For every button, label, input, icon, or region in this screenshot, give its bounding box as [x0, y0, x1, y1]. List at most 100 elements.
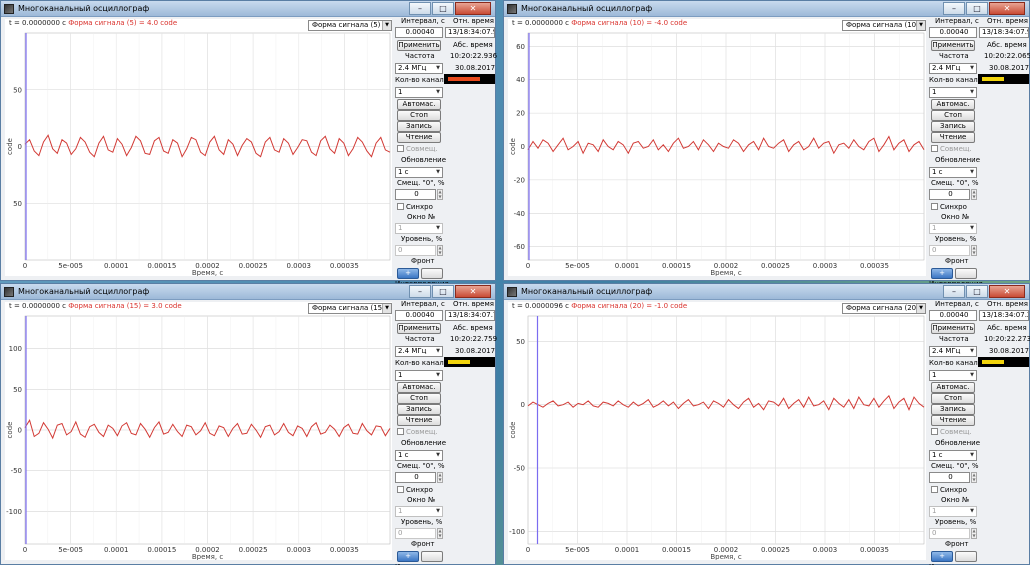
read-button[interactable]: Чтение: [931, 132, 975, 143]
level-spinner[interactable]: ▲ ▼: [971, 528, 977, 539]
autoscale-button[interactable]: Автомас.: [931, 99, 975, 110]
offset-spinner[interactable]: ▲ ▼: [971, 472, 977, 483]
autoscale-button[interactable]: Автомас.: [931, 382, 975, 393]
window-number-select[interactable]: 1 ▼: [395, 223, 443, 234]
overlay-checkbox[interactable]: [397, 145, 404, 152]
offset-spinner[interactable]: ▲ ▼: [971, 189, 977, 200]
offset-input[interactable]: 0: [929, 472, 970, 483]
minimize-button[interactable]: –: [409, 285, 431, 298]
channel-color-swatch[interactable]: [444, 357, 495, 367]
level-input[interactable]: 0: [395, 245, 436, 256]
sync-label: Синхро: [940, 203, 967, 211]
window-number-select[interactable]: 1 ▼: [395, 506, 443, 517]
offset-input[interactable]: 0: [395, 189, 436, 200]
front-minus-button[interactable]: [421, 268, 443, 279]
apply-button[interactable]: Применить: [397, 40, 441, 51]
level-input[interactable]: 0: [395, 528, 436, 539]
front-minus-button[interactable]: [955, 551, 977, 562]
overlay-checkbox[interactable]: [931, 145, 938, 152]
minimize-button[interactable]: –: [409, 2, 431, 15]
stop-button[interactable]: Стоп: [397, 110, 441, 121]
plot-area[interactable]: t = 0.0000000 с Форма сигнала (10) = -4.…: [508, 19, 926, 276]
front-plus-button[interactable]: +: [931, 268, 953, 279]
front-plus-button[interactable]: +: [931, 551, 953, 562]
autoscale-button[interactable]: Автомас.: [397, 382, 441, 393]
read-button[interactable]: Чтение: [397, 415, 441, 426]
front-minus-button[interactable]: [955, 268, 977, 279]
close-button[interactable]: ✕: [989, 2, 1025, 15]
level-spinner[interactable]: ▲ ▼: [437, 245, 443, 256]
window-number-select[interactable]: 1 ▼: [929, 506, 977, 517]
update-select[interactable]: 1 с ▼: [929, 167, 977, 178]
overlay-checkbox[interactable]: [397, 428, 404, 435]
window-titlebar[interactable]: Многоканальный осциллограф – □ ✕: [1, 1, 495, 17]
apply-button[interactable]: Применить: [397, 323, 441, 334]
level-input[interactable]: 0: [929, 245, 970, 256]
stop-button[interactable]: Стоп: [397, 393, 441, 404]
plot-area[interactable]: t = 0.0000000 с Форма сигнала (5) = 4.0 …: [5, 19, 392, 276]
channels-select[interactable]: 1 ▼: [929, 87, 977, 98]
front-plus-button[interactable]: +: [397, 551, 419, 562]
record-button[interactable]: Запись: [397, 121, 441, 132]
apply-button[interactable]: Применить: [931, 323, 975, 334]
frequency-select[interactable]: 2.4 МГц ▼: [395, 346, 443, 357]
minimize-button[interactable]: –: [943, 285, 965, 298]
frequency-select[interactable]: 2.4 МГц ▼: [929, 346, 977, 357]
plot-area[interactable]: t = 0.0000000 с Форма сигнала (15) = 3.0…: [5, 302, 392, 560]
level-spinner[interactable]: ▲ ▼: [437, 528, 443, 539]
sync-checkbox[interactable]: [931, 203, 938, 210]
stop-button[interactable]: Стоп: [931, 110, 975, 121]
window-titlebar[interactable]: Многоканальный осциллограф – □ ✕: [504, 284, 1029, 300]
frequency-select[interactable]: 2.4 МГц ▼: [395, 63, 443, 74]
channels-select[interactable]: 1 ▼: [929, 370, 977, 381]
sync-checkbox[interactable]: [931, 486, 938, 493]
offset-spinner[interactable]: ▲ ▼: [437, 472, 443, 483]
offset-input[interactable]: 0: [929, 189, 970, 200]
front-minus-button[interactable]: [421, 551, 443, 562]
plot-area[interactable]: t = 0.0000096 с Форма сигнала (20) = -1.…: [508, 302, 926, 560]
overlay-checkbox[interactable]: [931, 428, 938, 435]
channel-color-swatch[interactable]: [444, 74, 495, 84]
stop-button[interactable]: Стоп: [931, 393, 975, 404]
sync-checkbox[interactable]: [397, 486, 404, 493]
maximize-button[interactable]: □: [966, 2, 988, 15]
window-titlebar[interactable]: Многоканальный осциллограф – □ ✕: [504, 1, 1029, 17]
level-input[interactable]: 0: [929, 528, 970, 539]
sync-checkbox[interactable]: [397, 203, 404, 210]
window-titlebar[interactable]: Многоканальный осциллограф – □ ✕: [1, 284, 495, 300]
interval-input[interactable]: 0.00040: [395, 27, 443, 38]
maximize-button[interactable]: □: [432, 285, 454, 298]
update-select[interactable]: 1 с ▼: [395, 450, 443, 461]
autoscale-button[interactable]: Автомас.: [397, 99, 441, 110]
maximize-button[interactable]: □: [966, 285, 988, 298]
record-button[interactable]: Запись: [931, 404, 975, 415]
close-button[interactable]: ✕: [455, 2, 491, 15]
rel-time-label: Отн. время: [987, 17, 1028, 25]
channel-color-swatch[interactable]: [978, 357, 1029, 367]
read-button[interactable]: Чтение: [397, 132, 441, 143]
channel-color-swatch[interactable]: [978, 74, 1029, 84]
date-value: 30.08.2017: [455, 64, 496, 72]
interval-input[interactable]: 0.00040: [929, 27, 977, 38]
interval-input[interactable]: 0.00040: [395, 310, 443, 321]
minimize-button[interactable]: –: [943, 2, 965, 15]
channels-select[interactable]: 1 ▼: [395, 370, 443, 381]
update-select[interactable]: 1 с ▼: [395, 167, 443, 178]
frequency-select[interactable]: 2.4 МГц ▼: [929, 63, 977, 74]
update-select[interactable]: 1 с ▼: [929, 450, 977, 461]
offset-spinner[interactable]: ▲ ▼: [437, 189, 443, 200]
close-button[interactable]: ✕: [455, 285, 491, 298]
chevron-down-icon: ▼: [436, 508, 440, 514]
maximize-button[interactable]: □: [432, 2, 454, 15]
channels-select[interactable]: 1 ▼: [395, 87, 443, 98]
close-button[interactable]: ✕: [989, 285, 1025, 298]
window-number-select[interactable]: 1 ▼: [929, 223, 977, 234]
front-plus-button[interactable]: +: [397, 268, 419, 279]
offset-input[interactable]: 0: [395, 472, 436, 483]
interval-input[interactable]: 0.00040: [929, 310, 977, 321]
apply-button[interactable]: Применить: [931, 40, 975, 51]
read-button[interactable]: Чтение: [931, 415, 975, 426]
level-spinner[interactable]: ▲ ▼: [971, 245, 977, 256]
record-button[interactable]: Запись: [397, 404, 441, 415]
record-button[interactable]: Запись: [931, 121, 975, 132]
